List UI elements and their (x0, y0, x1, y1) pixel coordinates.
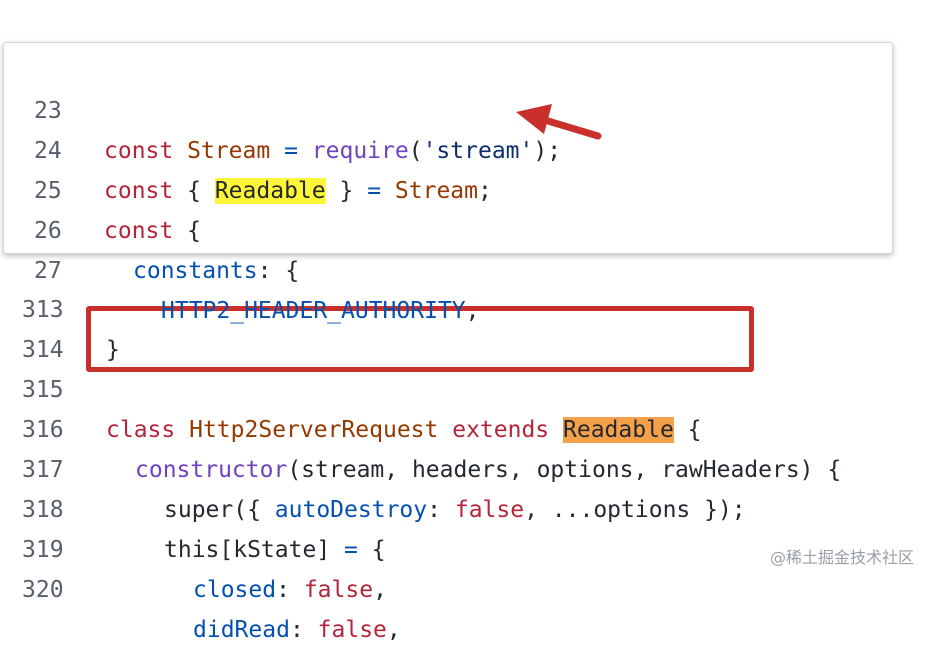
code-token: ; (478, 178, 492, 204)
operator: = (344, 537, 358, 563)
definition-preview-popup[interactable]: 23 const Stream = require('stream'); 24 … (3, 42, 893, 324)
code-text: const { (104, 211, 201, 251)
code-text: HTTP2_HEADER_AUTHORITY, (161, 291, 480, 331)
code-token: ( (408, 138, 423, 164)
code-token: super({ (164, 497, 261, 523)
code-token: , (386, 617, 401, 643)
code-token: { (187, 218, 201, 244)
keyword: const (104, 138, 174, 164)
code-line: 320 didRead: false, (0, 530, 401, 643)
code-token: : (289, 617, 304, 643)
keyword: extends (452, 417, 550, 443)
params: (stream, headers, options, rawHeaders) { (287, 457, 842, 483)
code-token: { (187, 178, 201, 204)
code-line: 318 this[kState] = { (0, 450, 386, 563)
punctuation: { (687, 417, 702, 443)
highlighted-symbol: Readable (214, 178, 326, 204)
keyword: const (104, 178, 174, 204)
variable: Stream (187, 138, 271, 164)
code-text: super({ autoDestroy: false, ...options }… (164, 490, 746, 530)
literal: false (317, 617, 387, 643)
line-number: 316 (22, 417, 64, 443)
code-text: constants: { (133, 251, 299, 291)
code-text: const { Readable } = Stream; (104, 171, 492, 211)
class-name: Http2ServerRequest (189, 417, 439, 443)
arrow-icon (516, 104, 602, 140)
constant: HTTP2_HEADER_AUTHORITY (161, 298, 466, 324)
variable: Stream (394, 178, 478, 204)
popup-code-line: 25 const { (4, 131, 201, 244)
line-number: 317 (22, 457, 64, 483)
code-token: , (373, 577, 387, 603)
highlighted-symbol: Readable (563, 417, 674, 443)
popup-code-line: 24 const { Readable } = Stream; (4, 91, 492, 204)
line-number: 319 (22, 537, 64, 563)
popup-code-line: 26 constants: { (4, 171, 299, 284)
code-line: 316 constructor(stream, headers, options… (0, 370, 841, 483)
literal: false (303, 577, 374, 603)
popup-code-line: 23 const Stream = require('stream'); (4, 51, 561, 164)
code-token: } (339, 178, 354, 204)
code-line: 319 closed: false, (0, 490, 387, 603)
function-name: constructor (135, 457, 288, 483)
code-text: class Http2ServerRequest extends Readabl… (106, 410, 702, 450)
watermark: @稀土掘金技术社区 (769, 548, 914, 567)
code-text: this[kState] = { (164, 530, 386, 570)
code-text: constructor(stream, headers, options, ra… (135, 450, 841, 490)
code-token: : { (257, 258, 300, 284)
operator: = (367, 178, 382, 204)
property: autoDestroy (274, 497, 428, 523)
keyword: class (106, 417, 176, 443)
line-number: 315 (22, 377, 64, 403)
line-number: 27 (34, 258, 62, 284)
operator: = (284, 138, 298, 164)
code-text: didRead: false, (193, 610, 401, 650)
code-token: : (276, 577, 290, 603)
code-token: , (465, 298, 480, 324)
literal: false (454, 497, 525, 523)
property: closed (193, 577, 277, 603)
function-name: require (311, 138, 409, 164)
code-text: closed: false, (193, 570, 387, 610)
line-number: 320 (22, 577, 64, 603)
code-line: 317 super({ autoDestroy: false, ...optio… (0, 410, 746, 523)
code-text: const Stream = require('stream'); (104, 131, 561, 171)
line-number: 318 (22, 497, 64, 523)
code-token: , ...options }); (524, 497, 746, 523)
code-token: this[kState] (164, 537, 331, 563)
property: didRead (193, 617, 290, 643)
popup-code-line: 27 HTTP2_HEADER_AUTHORITY, (4, 211, 480, 324)
keyword: const (104, 218, 174, 244)
code-token: { (371, 537, 386, 563)
property: constants (133, 258, 258, 284)
code-token: : (427, 497, 441, 523)
